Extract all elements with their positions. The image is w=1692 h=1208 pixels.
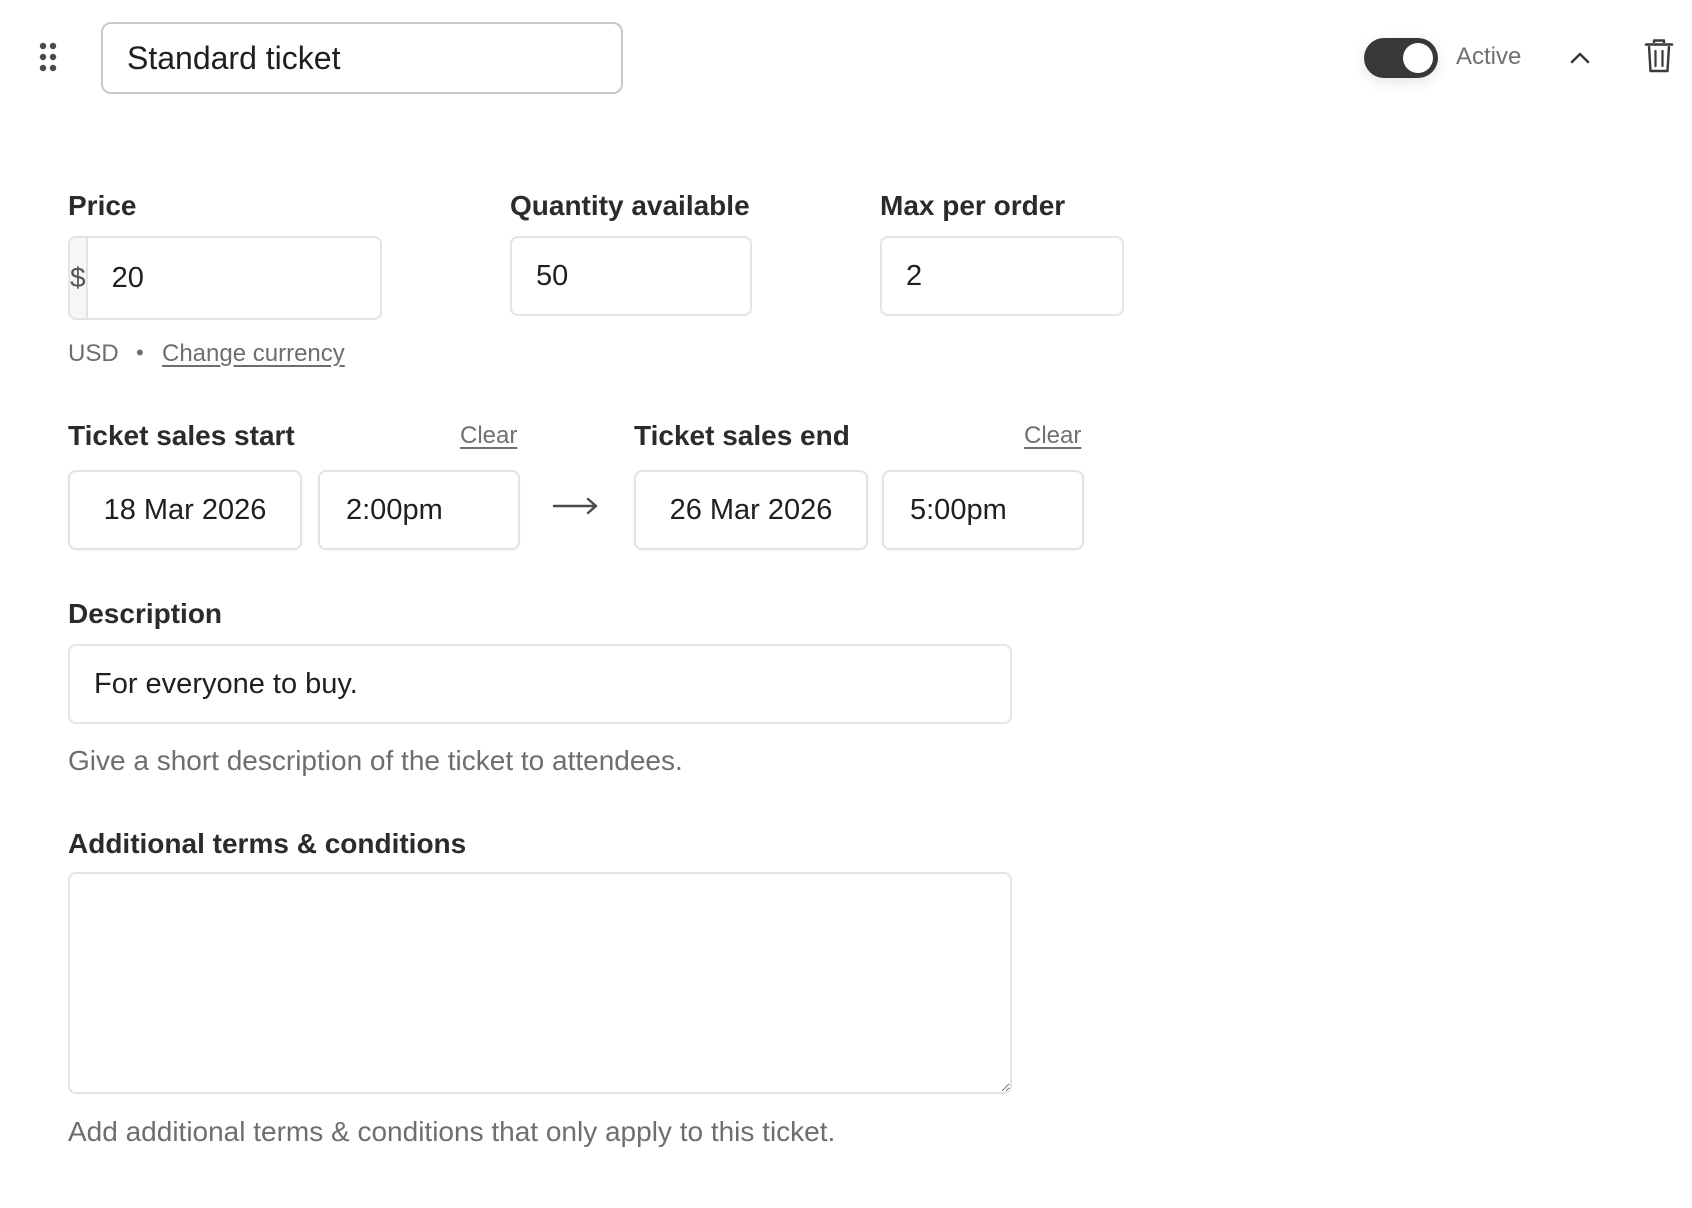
delete-ticket-button[interactable] xyxy=(1640,38,1678,78)
price-input[interactable] xyxy=(87,238,380,318)
start-date-picker[interactable]: 18 Mar 2026 xyxy=(68,470,302,550)
terms-label: Additional terms & conditions xyxy=(68,828,467,859)
active-label: Active xyxy=(1456,43,1522,70)
active-toggle[interactable] xyxy=(1364,38,1438,78)
max-per-order-label: Max per order xyxy=(880,190,1066,221)
drag-handle-icon[interactable] xyxy=(36,40,60,74)
trash-icon xyxy=(1644,39,1674,73)
price-label: Price xyxy=(68,190,137,221)
sales-start-label: Ticket sales start xyxy=(68,420,295,451)
description-help-text: Give a short description of the ticket t… xyxy=(68,745,683,776)
start-time-picker[interactable]: 2:00pm xyxy=(318,470,520,550)
ticket-name-input[interactable] xyxy=(101,22,623,94)
currency-symbol: $ xyxy=(70,238,88,318)
end-time-picker[interactable]: 5:00pm xyxy=(882,470,1084,550)
currency-code: USD xyxy=(68,340,119,367)
end-date-picker[interactable]: 26 Mar 2026 xyxy=(634,470,868,550)
sales-end-label: Ticket sales end xyxy=(634,420,850,451)
arrow-right-icon xyxy=(552,497,598,515)
separator-dot: • xyxy=(136,340,144,365)
quantity-input[interactable] xyxy=(510,236,752,316)
quantity-label: Quantity available xyxy=(510,190,750,221)
description-label: Description xyxy=(68,598,223,629)
price-field: $ xyxy=(68,236,382,320)
clear-start-link[interactable]: Clear xyxy=(460,422,517,450)
description-input[interactable] xyxy=(68,644,1012,724)
terms-textarea[interactable] xyxy=(68,872,1012,1094)
collapse-button[interactable] xyxy=(1560,38,1600,78)
chevron-up-icon xyxy=(1570,52,1590,64)
terms-help-text: Add additional terms & conditions that o… xyxy=(68,1116,836,1147)
max-per-order-input[interactable] xyxy=(880,236,1124,316)
clear-end-link[interactable]: Clear xyxy=(1024,422,1081,450)
toggle-knob xyxy=(1403,43,1433,73)
change-currency-link[interactable]: Change currency xyxy=(162,340,345,368)
